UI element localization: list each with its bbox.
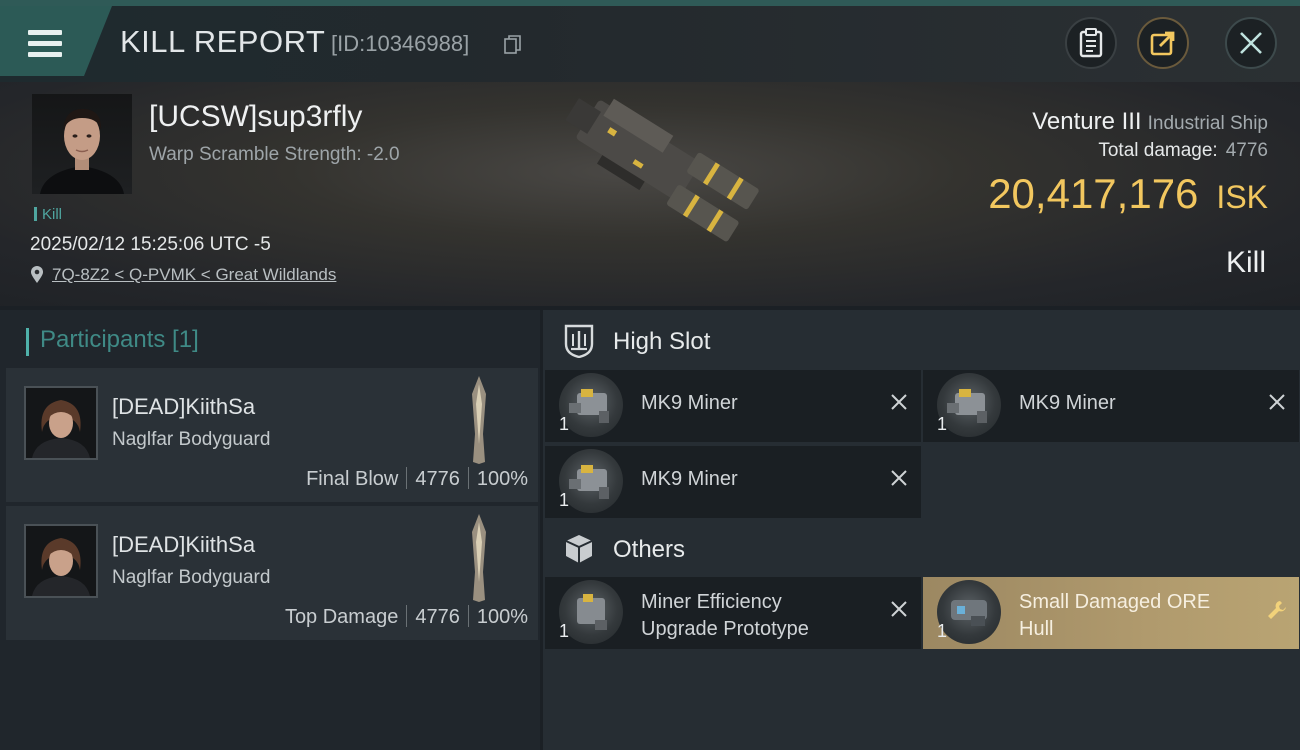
participant-role: Top Damage bbox=[284, 606, 399, 628]
item-quantity: 1 bbox=[559, 490, 570, 510]
participant-role: Final Blow bbox=[306, 468, 399, 490]
copy-icon[interactable] bbox=[504, 35, 522, 55]
module-item[interactable]: 1 MK9 Miner bbox=[545, 370, 921, 442]
module-item[interactable]: 1 Miner Efficiency Upgrade Prototype bbox=[545, 577, 921, 649]
share-button[interactable] bbox=[1137, 17, 1189, 69]
warp-scramble-strength: Warp Scramble Strength: -2.0 bbox=[149, 144, 400, 165]
module-item[interactable]: 1 MK9 Miner bbox=[923, 370, 1299, 442]
close-icon bbox=[1240, 32, 1262, 54]
item-name: Small Damaged ORE Hull bbox=[1019, 589, 1210, 643]
participant-portrait bbox=[24, 386, 98, 460]
item-name-line1: Miner Efficiency bbox=[641, 591, 782, 613]
close-button[interactable] bbox=[1225, 17, 1277, 69]
total-damage-value: 4776 bbox=[1225, 140, 1268, 161]
item-name-line1: Small Damaged ORE bbox=[1019, 591, 1211, 613]
participant-corp: Naglfar Bodyguard bbox=[112, 567, 271, 588]
location-pin-icon bbox=[31, 266, 43, 283]
participant-card[interactable]: [DEAD]KiithSa Naglfar Bodyguard Final Bl… bbox=[6, 368, 538, 502]
high-slot-icon bbox=[564, 324, 594, 358]
ship-class: Industrial Ship bbox=[1147, 113, 1268, 134]
participant-name[interactable]: [DEAD]KiithSa bbox=[112, 532, 255, 558]
participant-ship-icon bbox=[472, 514, 486, 602]
participant-percent: 100% bbox=[476, 606, 528, 628]
destroyed-x-icon bbox=[1269, 394, 1285, 410]
participant-ship-icon bbox=[472, 376, 486, 464]
clipboard-button[interactable] bbox=[1065, 17, 1117, 69]
page-title: KILL REPORT bbox=[120, 24, 326, 59]
cargo-box-icon bbox=[565, 535, 593, 563]
others-header: Others bbox=[543, 520, 1300, 580]
item-name-line2: Upgrade Prototype bbox=[641, 618, 809, 640]
ship-info: Venture III Industrial Ship bbox=[1032, 108, 1268, 136]
participant-name[interactable]: [DEAD]KiithSa bbox=[112, 394, 255, 420]
item-quantity: 1 bbox=[937, 621, 948, 641]
module-item[interactable]: 1 MK9 Miner bbox=[545, 446, 921, 518]
result-label: Kill bbox=[1225, 246, 1266, 279]
hamburger-icon bbox=[28, 30, 62, 58]
item-name-line2: Hull bbox=[1019, 618, 1054, 640]
total-damage: Total damage: 4776 bbox=[1098, 140, 1268, 162]
participant-corp: Naglfar Bodyguard bbox=[112, 429, 271, 450]
kill-tag: Kill bbox=[34, 206, 62, 223]
item-quantity: 1 bbox=[559, 621, 570, 641]
clipboard-icon bbox=[1079, 28, 1103, 58]
participant-stats: Final Blow 4776 100% bbox=[306, 467, 528, 491]
participant-card[interactable]: [DEAD]KiithSa Naglfar Bodyguard Top Dama… bbox=[6, 506, 538, 640]
item-quantity: 1 bbox=[559, 414, 570, 434]
others-label: Others bbox=[613, 536, 686, 563]
destroyed-x-icon bbox=[891, 470, 907, 486]
participant-portrait bbox=[24, 524, 98, 598]
share-icon bbox=[1150, 31, 1175, 56]
victim-name[interactable]: [UCSW]sup3rfly bbox=[149, 100, 362, 134]
participant-stats: Top Damage 4776 100% bbox=[285, 605, 528, 629]
item-name: Miner Efficiency Upgrade Prototype bbox=[641, 589, 809, 643]
dropped-item[interactable]: 1 Small Damaged ORE Hull bbox=[923, 577, 1299, 649]
isk-unit: ISK bbox=[1216, 179, 1268, 215]
item-name: MK9 Miner bbox=[641, 392, 738, 414]
item-quantity: 1 bbox=[937, 414, 948, 434]
total-damage-label: Total damage: bbox=[1098, 140, 1218, 161]
kill-location[interactable]: 7Q-8Z2 < Q-PVMK < Great Wildlands bbox=[30, 265, 336, 285]
participant-damage: 4776 bbox=[415, 606, 460, 628]
location-link[interactable]: 7Q-8Z2 < Q-PVMK < Great Wildlands bbox=[52, 265, 336, 284]
high-slot-label: High Slot bbox=[613, 328, 711, 355]
isk-value: 20,417,176 bbox=[988, 170, 1199, 217]
wrench-icon bbox=[1268, 601, 1286, 619]
destroyed-x-icon bbox=[891, 394, 907, 410]
isk-value-line: 20,417,176 ISK bbox=[988, 170, 1268, 218]
high-slot-header: High Slot bbox=[543, 312, 1300, 372]
ship-name[interactable]: Venture III bbox=[1032, 108, 1141, 135]
item-name: MK9 Miner bbox=[641, 468, 738, 490]
destroyed-x-icon bbox=[891, 601, 907, 617]
item-name: MK9 Miner bbox=[1019, 392, 1116, 414]
participants-header-label: Participants [1] bbox=[40, 326, 199, 353]
kill-timestamp: 2025/02/12 15:25:06 UTC -5 bbox=[30, 234, 271, 255]
victim-ship-image bbox=[565, 98, 759, 242]
victim-portrait[interactable] bbox=[32, 94, 132, 194]
participants-header: Participants [1] bbox=[26, 326, 199, 356]
participant-percent: 100% bbox=[476, 468, 528, 490]
participant-damage: 4776 bbox=[415, 468, 460, 490]
report-id: [ID:10346988] bbox=[331, 31, 470, 56]
